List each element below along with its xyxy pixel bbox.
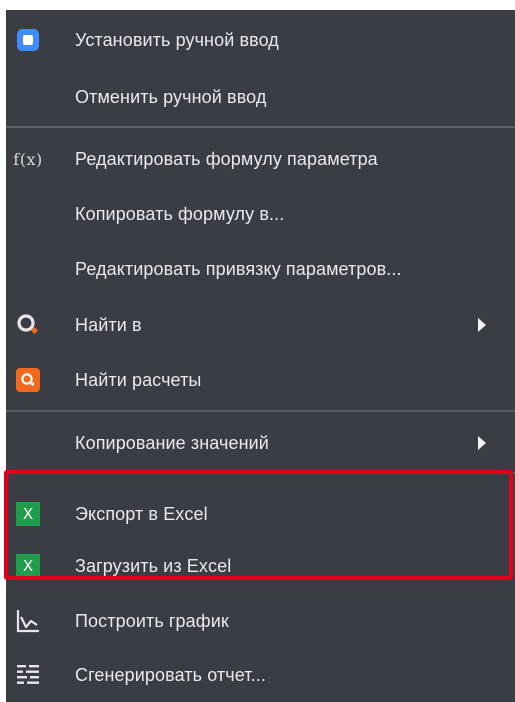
menu-item-label: Найти расчеты [75, 369, 202, 390]
menu-item-find-calculations[interactable]: Найти расчеты [6, 360, 515, 400]
submenu-arrow-icon [478, 318, 486, 332]
excel-glyph: X [16, 502, 40, 526]
menu-item-copy-values[interactable]: Копирование значений [6, 423, 515, 463]
excel-glyph: X [16, 554, 40, 578]
menu-item-build-chart[interactable]: Построить график [6, 601, 515, 641]
menu-item-export-excel[interactable]: X Экспорт в Excel [6, 494, 515, 534]
menu-item-generate-report[interactable]: Сгенерировать отчет... [6, 655, 515, 695]
menu-item-edit-parameter-binding[interactable]: Редактировать привязку параметров... [6, 249, 515, 289]
menu-item-label: Копирование значений [75, 432, 269, 453]
menu-item-label: Построить график [75, 610, 229, 631]
search-icon [14, 311, 42, 339]
menu-separator [6, 126, 515, 128]
menu-separator [6, 472, 515, 474]
menu-item-label: Редактировать привязку параметров... [75, 258, 402, 279]
menu-item-label: Найти в [75, 314, 142, 335]
report-icon [14, 661, 42, 689]
menu-item-cancel-manual-input[interactable]: Отменить ручной ввод [6, 77, 515, 117]
excel-icon: X [14, 500, 42, 528]
context-menu: Установить ручной ввод Отменить ручной в… [6, 10, 515, 702]
menu-item-label: Установить ручной ввод [75, 29, 279, 50]
menu-item-find-in[interactable]: Найти в [6, 305, 515, 345]
menu-item-import-excel[interactable]: X Загрузить из Excel [6, 546, 515, 586]
menu-item-label: Сгенерировать отчет... [75, 664, 266, 685]
menu-item-label: Редактировать формулу параметра [75, 148, 378, 169]
excel-icon: X [14, 552, 42, 580]
menu-item-copy-formula[interactable]: Копировать формулу в... [6, 194, 515, 234]
search-calculations-icon [14, 366, 42, 394]
menu-item-label: Экспорт в Excel [75, 503, 208, 524]
submenu-arrow-icon [478, 436, 486, 450]
menu-item-edit-formula[interactable]: f(x) Редактировать формулу параметра [6, 139, 515, 179]
manual-input-icon [14, 26, 42, 54]
fx-glyph: f(x) [13, 149, 43, 169]
menu-item-label: Отменить ручной ввод [75, 86, 267, 107]
menu-separator [6, 410, 515, 412]
formula-fx-icon: f(x) [13, 145, 43, 173]
menu-item-set-manual-input[interactable]: Установить ручной ввод [6, 20, 515, 60]
menu-item-label: Загрузить из Excel [75, 555, 232, 576]
menu-item-label: Копировать формулу в... [75, 203, 285, 224]
chart-icon [14, 607, 42, 635]
